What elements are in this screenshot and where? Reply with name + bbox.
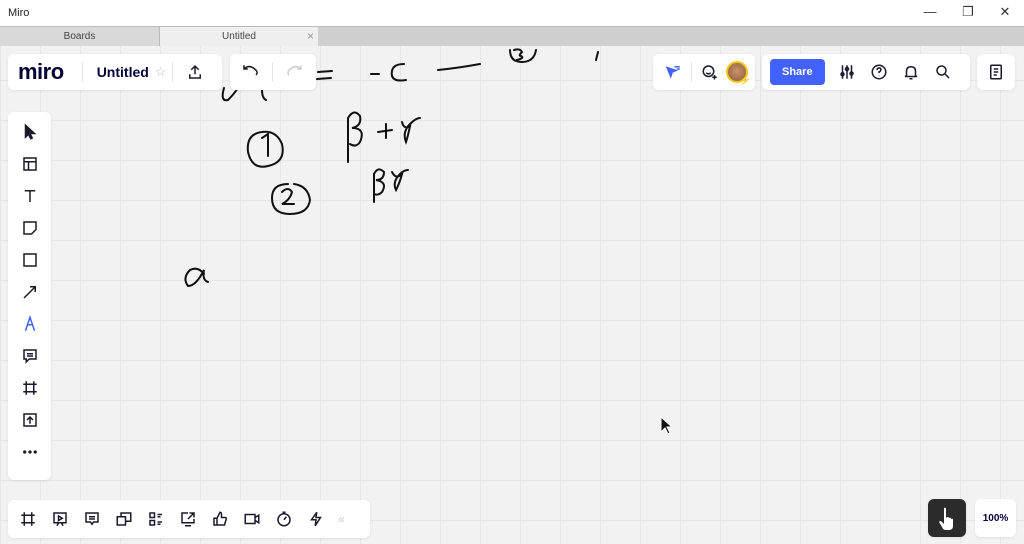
comment-tool-icon[interactable] bbox=[14, 340, 46, 372]
tab-bar: Boards Untitled × bbox=[0, 26, 1024, 47]
main-actions-panel: Share bbox=[762, 54, 970, 90]
help-icon[interactable] bbox=[863, 56, 895, 88]
apps-lightning-icon[interactable] bbox=[300, 503, 332, 535]
tab-boards[interactable]: Boards bbox=[0, 27, 160, 47]
timer-icon[interactable] bbox=[268, 503, 300, 535]
window-title: Miro bbox=[8, 7, 30, 19]
user-avatar[interactable]: ⚡ bbox=[726, 61, 751, 85]
hand-pointer-icon bbox=[939, 507, 953, 530]
notes-list-icon[interactable] bbox=[980, 56, 1012, 88]
zoom-level: 100% bbox=[982, 512, 1009, 524]
zoom-level-button[interactable]: 100% bbox=[975, 499, 1016, 537]
cursor-filter-icon[interactable] bbox=[657, 56, 689, 88]
board-list-panel bbox=[977, 54, 1015, 90]
voting-thumbs-up-icon[interactable] bbox=[204, 503, 236, 535]
screen-share-icon[interactable] bbox=[172, 503, 204, 535]
minimize-button[interactable]: — bbox=[915, 4, 945, 19]
shape-tool-icon[interactable] bbox=[14, 244, 46, 276]
comments-icon[interactable] bbox=[76, 503, 108, 535]
presentation-icon[interactable] bbox=[44, 503, 76, 535]
divider bbox=[172, 62, 174, 82]
cards-icon[interactable] bbox=[108, 503, 140, 535]
tab-close-button[interactable]: × bbox=[307, 27, 314, 46]
creation-toolbar bbox=[8, 112, 51, 480]
kanban-icon[interactable] bbox=[140, 503, 172, 535]
connection-line-tool-icon[interactable] bbox=[14, 276, 46, 308]
collaboration-panel: ⚡ bbox=[653, 54, 755, 90]
handwriting-strokes bbox=[184, 48, 599, 288]
share-button[interactable]: Share bbox=[770, 59, 825, 85]
miro-logo[interactable]: miro bbox=[18, 59, 64, 85]
templates-tool-icon[interactable] bbox=[14, 148, 46, 180]
close-window-button[interactable]: ✕ bbox=[990, 4, 1020, 20]
bottom-toolbar: « bbox=[8, 500, 370, 538]
video-chat-icon[interactable] bbox=[236, 503, 268, 535]
board-canvas[interactable] bbox=[0, 46, 1024, 544]
export-upload-icon[interactable] bbox=[179, 56, 211, 88]
redo-icon[interactable] bbox=[279, 56, 311, 88]
add-collaborator-icon[interactable] bbox=[694, 56, 726, 88]
tab-label: Boards bbox=[63, 31, 96, 42]
settings-sliders-icon[interactable] bbox=[831, 56, 863, 88]
search-icon[interactable] bbox=[927, 56, 959, 88]
undo-icon[interactable] bbox=[234, 56, 266, 88]
divider bbox=[691, 62, 692, 82]
restore-button[interactable]: ❐ bbox=[953, 4, 983, 20]
mouse-cursor-icon bbox=[660, 416, 674, 435]
text-tool-icon[interactable] bbox=[14, 180, 46, 212]
star-icon[interactable]: ☆ bbox=[155, 64, 167, 80]
hand-tool-button[interactable] bbox=[928, 499, 966, 537]
collapse-toolbar-button[interactable]: « bbox=[338, 512, 345, 526]
tab-untitled[interactable]: Untitled × bbox=[160, 27, 318, 47]
sticky-note-tool-icon[interactable] bbox=[14, 212, 46, 244]
pen-tool-icon[interactable] bbox=[14, 308, 46, 340]
frames-icon[interactable] bbox=[12, 503, 44, 535]
window-titlebar: Miro — ❐ ✕ bbox=[0, 0, 1024, 26]
divider bbox=[272, 62, 273, 82]
lightning-badge-icon: ⚡ bbox=[739, 75, 751, 85]
more-tools-icon[interactable] bbox=[14, 436, 46, 468]
tab-label: Untitled bbox=[222, 31, 256, 42]
upload-tool-icon[interactable] bbox=[14, 404, 46, 436]
frame-tool-icon[interactable] bbox=[14, 372, 46, 404]
undo-redo-panel bbox=[230, 54, 316, 90]
select-tool-icon[interactable] bbox=[14, 116, 46, 148]
divider bbox=[81, 62, 83, 82]
board-name[interactable]: Untitled bbox=[97, 64, 149, 80]
board-header-panel: miro Untitled ☆ bbox=[8, 54, 222, 90]
notifications-bell-icon[interactable] bbox=[895, 56, 927, 88]
